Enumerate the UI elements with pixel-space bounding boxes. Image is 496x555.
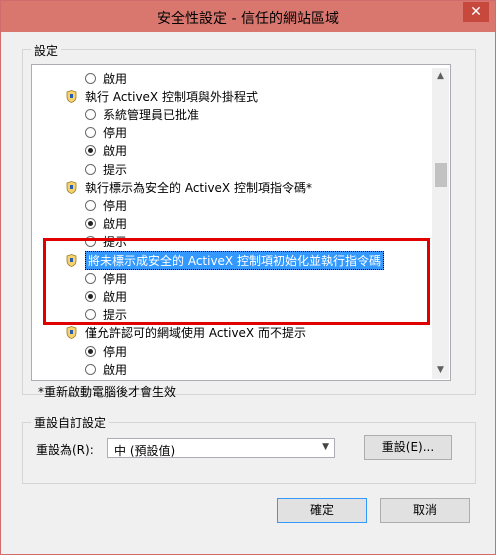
radio-button-icon[interactable] [85,199,96,211]
list-item-label: 僅允許認可的網域使用 ActiveX 而不提示 [85,326,306,341]
radio-button-icon[interactable] [85,345,96,357]
radio-option[interactable]: 停用 [85,124,127,142]
list-item-label: 提示 [103,162,128,177]
scroll-thumb[interactable] [435,163,447,187]
highlight-annotation-box [43,238,430,325]
setting-shield-icon [66,180,77,194]
radio-button-icon[interactable] [85,127,96,139]
list-item-label: 啟用 [103,144,128,159]
list-item-label: 停用 [103,198,128,213]
radio-option[interactable]: 停用 [85,342,127,360]
security-settings-dialog: 安全性設定 - 信任的網站區域 ✕ 設定 啟用執行 ActiveX 控制項與外掛… [0,0,496,555]
list-item-label: 停用 [103,344,128,359]
setting-shield-icon [66,89,77,103]
radio-button-icon[interactable] [85,363,96,375]
scroll-up-arrow[interactable]: ▲ [432,68,449,85]
reset-to-label: 重設為(R): [36,443,94,457]
security-level-select[interactable]: 中 (預設值) ▼ [107,438,335,458]
radio-option[interactable]: 停用 [85,196,127,214]
security-level-value: 中 (預設值) [114,444,176,458]
setting-item[interactable]: 僅允許認可的網域使用 ActiveX 而不提示 [66,324,306,342]
radio-button-icon[interactable] [85,163,96,175]
settings-group-label: 設定 [31,42,62,59]
setting-shield-icon [66,326,77,340]
reset-group-label: 重設自訂設定 [31,414,110,431]
dialog-title: 安全性設定 - 信任的網站區域 [157,11,339,27]
list-item-label: 停用 [103,126,128,141]
cancel-button[interactable]: 取消 [380,498,470,523]
radio-button-icon[interactable] [85,72,96,84]
radio-button-icon[interactable] [85,218,96,230]
settings-list[interactable]: 啟用 執行 ActiveX 控制項與外掛程式 系統管理員已批准 停用 啟用 提示 執行標示為… [31,64,451,381]
setting-item[interactable]: 執行標示為安全的 ActiveX 控制項指令碼* [66,178,312,196]
list-item-label: 系統管理員已批准 [103,107,200,122]
radio-option[interactable]: 系統管理員已批准 [85,105,199,123]
scroll-down-arrow[interactable]: ▼ [432,362,449,379]
radio-option[interactable]: 啟用 [85,215,127,233]
list-item-label: 執行 ActiveX 控制項與外掛程式 [85,89,258,104]
close-button[interactable]: ✕ [463,2,489,22]
list-item-label: 啟用 [103,362,128,377]
radio-option[interactable]: 啟用 [85,360,127,378]
ok-button[interactable]: 確定 [277,498,367,523]
title-bar[interactable]: 安全性設定 - 信任的網站區域 ✕ [1,1,495,32]
reset-button[interactable]: 重設(E)... [364,435,452,460]
radio-option[interactable]: 提示 [85,160,127,178]
chevron-down-icon: ▼ [322,442,329,452]
restart-note: *重新啟動電腦後才會生效 [38,385,177,399]
list-item-label: 啟用 [103,71,128,86]
list-item-label: 執行標示為安全的 ActiveX 控制項指令碼* [85,180,312,195]
settings-scrollbar[interactable]: ▲ ▼ [432,68,449,379]
list-item-label: 啟用 [103,217,128,232]
radio-button-icon[interactable] [85,145,96,157]
radio-option[interactable]: 啟用 [85,142,127,160]
radio-button-icon[interactable] [85,108,96,120]
radio-option[interactable]: 啟用 [85,69,127,87]
setting-item[interactable]: 執行 ActiveX 控制項與外掛程式 [66,87,258,105]
